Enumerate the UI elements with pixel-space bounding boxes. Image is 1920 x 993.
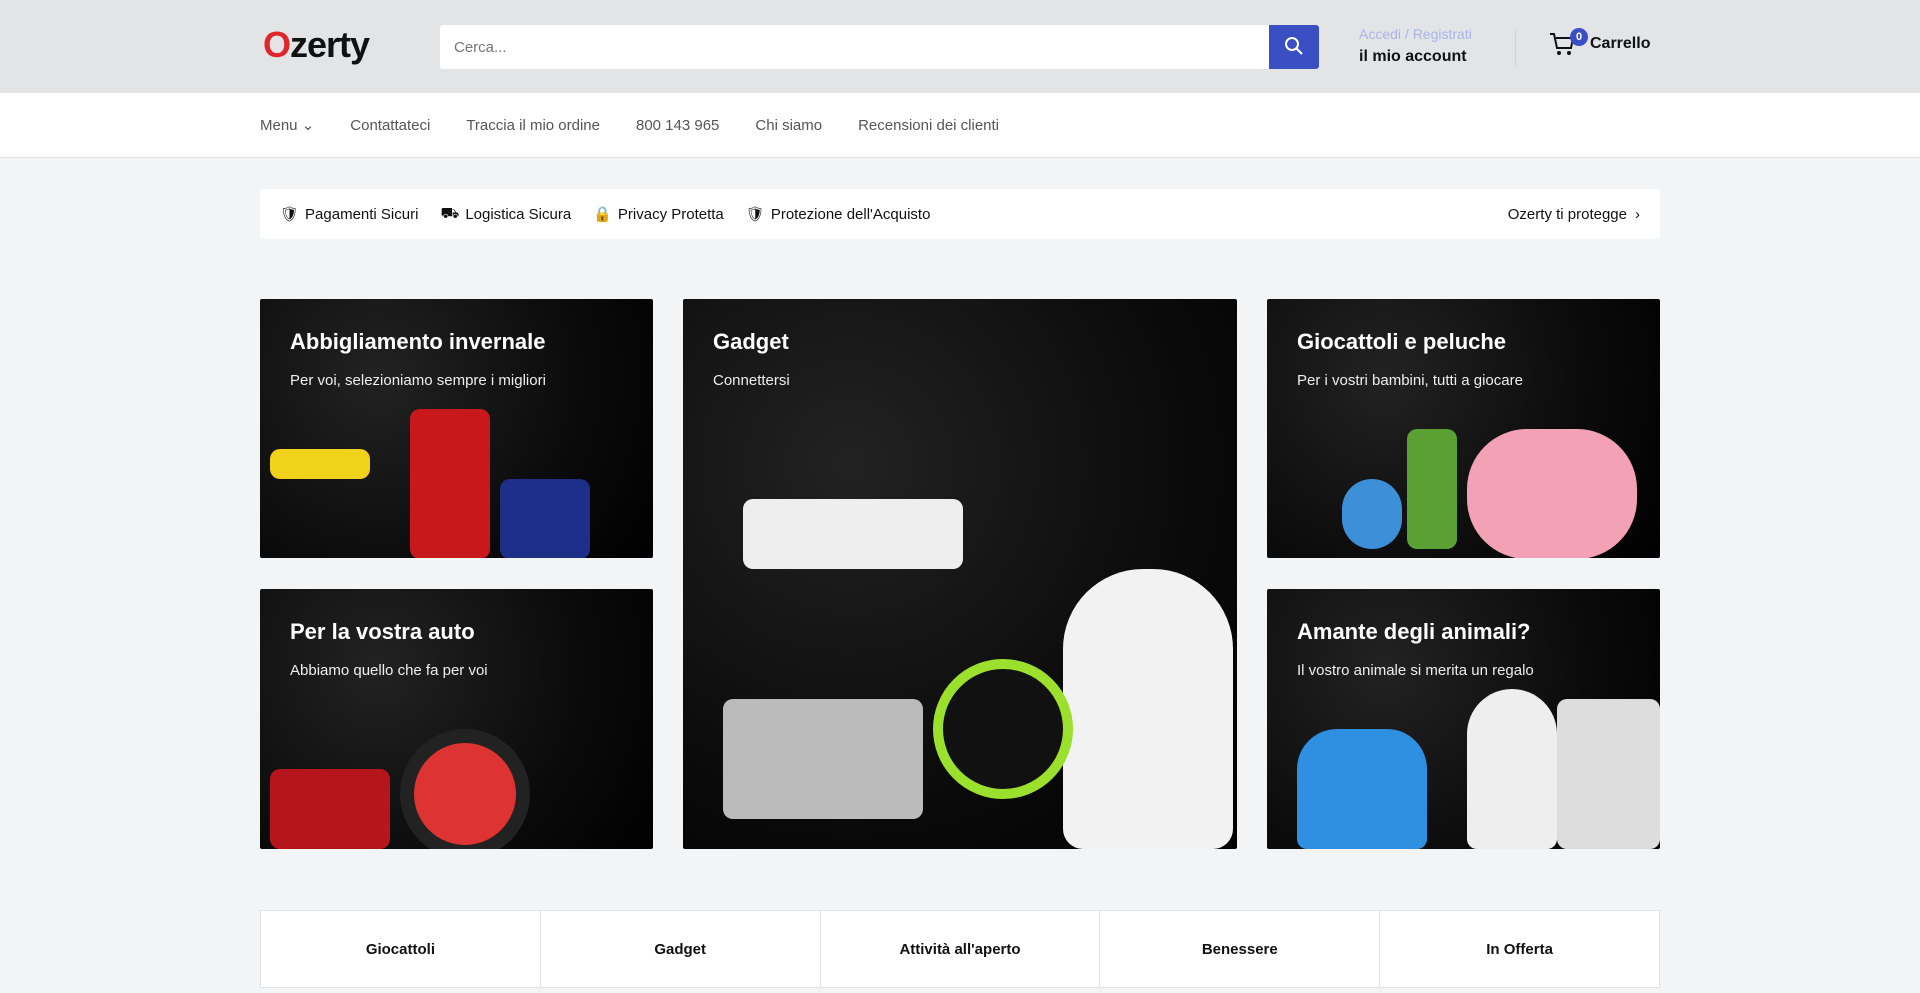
product-image [500, 479, 590, 558]
trust-item-privacy: 🔒 Privacy Protetta [593, 205, 724, 224]
trust-label: Privacy Protetta [617, 205, 724, 223]
category-tabs: Giocattoli Gadget Attività all'aperto Be… [260, 910, 1660, 988]
cart-label: Carrello [1590, 35, 1651, 52]
lock-icon: 🔒 [593, 206, 612, 223]
card-title: Giocattoli e peluche [1297, 329, 1507, 354]
search-input[interactable] [440, 25, 1270, 69]
nav-phone[interactable]: 800 143 965 [636, 117, 719, 134]
tab-gadget[interactable]: Gadget [541, 911, 821, 987]
card-subtitle: Per i vostri bambini, tutti a giocare [1297, 372, 1523, 389]
product-image [1557, 699, 1660, 849]
category-card-winter-clothing[interactable]: Abbigliamento invernale Per voi, selezio… [260, 299, 653, 558]
card-subtitle: Il vostro animale si merita un regalo [1297, 662, 1534, 679]
category-card-car[interactable]: Per la vostra auto Abbiamo quello che fa… [260, 589, 653, 849]
protection-link-label: Ozerty ti protegge [1507, 205, 1627, 223]
product-image [743, 499, 963, 569]
product-image [1342, 479, 1402, 549]
card-title: Gadget [713, 329, 789, 354]
trust-bar: 🛡 Pagamenti Sicuri ⛟ Logistica Sicura 🔒 Pri… [260, 189, 1660, 239]
product-image [410, 409, 490, 558]
card-subtitle: Connettersi [713, 372, 790, 389]
main-nav: Menu ⌄ Contattateci Traccia il mio ordin… [0, 93, 1920, 158]
trust-item-protection: 🛡 Protezione dell'Acquisto [745, 205, 931, 224]
chevron-right-icon: › [1635, 205, 1640, 223]
cart-count-badge: 0 [1570, 28, 1588, 46]
product-image [723, 699, 923, 819]
nav-track-order[interactable]: Traccia il mio ordine [466, 117, 600, 134]
nav-about[interactable]: Chi siamo [755, 117, 822, 134]
search-bar [440, 25, 1319, 69]
account-label[interactable]: il mio account [1359, 48, 1472, 66]
account-menu[interactable]: Accedi / Registrati il mio account [1359, 26, 1472, 66]
chevron-down-icon: ⌄ [301, 117, 315, 134]
divider [1515, 30, 1516, 66]
card-subtitle: Per voi, selezioniamo sempre i migliori [290, 372, 546, 389]
header: Ozerty Accedi / Registrati il mio accoun… [0, 0, 1920, 93]
cart-button[interactable]: 0 Carrello [1548, 28, 1651, 58]
shield-check-icon: 🛡 [280, 206, 300, 223]
product-image [933, 659, 1073, 799]
card-title: Abbigliamento invernale [290, 329, 546, 354]
trust-label: Pagamenti Sicuri [305, 205, 419, 223]
trust-label: Protezione dell'Acquisto [770, 205, 931, 223]
logo[interactable]: Ozerty [263, 24, 370, 66]
nav-menu[interactable]: Menu ⌄ [260, 116, 314, 134]
trust-item-payments: 🛡 Pagamenti Sicuri [280, 205, 419, 224]
search-button[interactable] [1269, 25, 1319, 69]
search-icon [1285, 36, 1303, 55]
product-image [1297, 729, 1427, 849]
trust-item-logistics: ⛟ Logistica Sicura [440, 205, 571, 224]
category-card-toys[interactable]: Giocattoli e peluche Per i vostri bambin… [1267, 299, 1660, 558]
nav-contact[interactable]: Contattateci [350, 117, 430, 134]
tab-toys[interactable]: Giocattoli [261, 911, 541, 987]
card-title: Per la vostra auto [290, 619, 475, 644]
card-title: Amante degli animali? [1297, 619, 1531, 644]
nav-reviews[interactable]: Recensioni dei clienti [858, 117, 999, 134]
card-subtitle: Abbiamo quello che fa per voi [290, 662, 488, 679]
product-image [1407, 429, 1457, 549]
tab-wellness[interactable]: Benessere [1100, 911, 1381, 987]
category-card-pets[interactable]: Amante degli animali? Il vostro animale … [1267, 589, 1660, 849]
truck-icon: ⛟ [440, 204, 460, 222]
product-image [1467, 689, 1557, 849]
tab-offers[interactable]: In Offerta [1380, 911, 1659, 987]
tab-outdoor[interactable]: Attività all'aperto [821, 911, 1101, 987]
protection-link[interactable]: Ozerty ti protegge › [1508, 206, 1640, 223]
nav-menu-label: Menu [260, 117, 298, 134]
product-image [270, 449, 370, 479]
login-link[interactable]: Accedi / Registrati [1359, 26, 1472, 42]
product-image [1063, 569, 1233, 849]
product-image [400, 729, 530, 849]
product-image [1467, 429, 1637, 558]
trust-label: Logistica Sicura [465, 205, 572, 223]
product-image [270, 769, 390, 849]
category-card-gadget[interactable]: Gadget Connettersi [683, 299, 1237, 849]
shield-cart-icon: 🛡 [745, 206, 765, 223]
